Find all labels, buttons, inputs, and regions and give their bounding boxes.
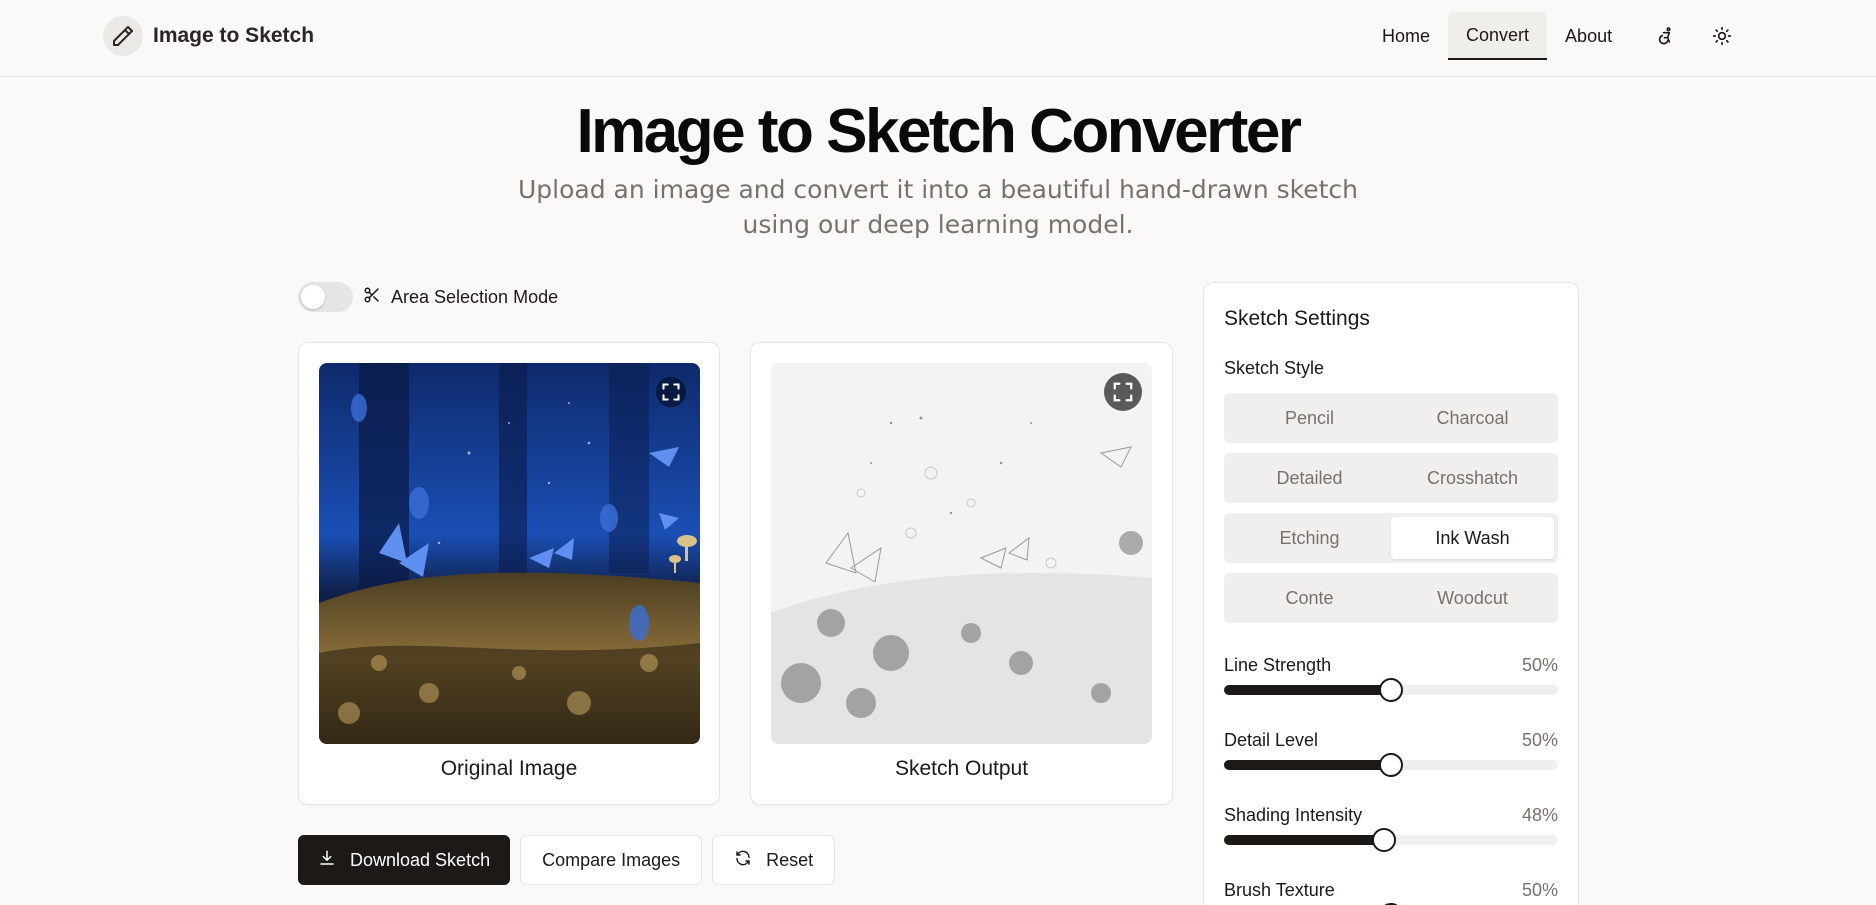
slider-track[interactable] [1224, 828, 1558, 852]
download-icon [318, 849, 336, 872]
area-selection-toggle[interactable] [298, 282, 353, 312]
slider-fill [1224, 760, 1391, 770]
download-sketch-button[interactable]: Download Sketch [298, 835, 511, 885]
slider-track[interactable] [1224, 753, 1558, 777]
style-option-conte[interactable]: Conte [1228, 577, 1391, 619]
style-row-3: Etching Ink Wash [1224, 513, 1558, 563]
expand-sketch-button[interactable] [1104, 373, 1142, 411]
nav-convert[interactable]: Convert [1448, 12, 1548, 60]
detail-level-slider: Detail Level 50% [1224, 730, 1558, 777]
shading-intensity-slider: Shading Intensity 48% [1224, 805, 1558, 852]
area-selection-label: Area Selection Mode [391, 286, 559, 307]
sketch-image [771, 363, 1152, 744]
slider-label: Detail Level [1224, 730, 1319, 750]
slider-fill [1224, 685, 1391, 695]
original-image [319, 363, 700, 744]
slider-fill [1224, 835, 1385, 845]
top-navbar: Image to Sketch Home Convert About [0, 0, 1876, 77]
slider-label: Line Strength [1224, 655, 1332, 675]
accessibility-icon[interactable] [1646, 12, 1686, 60]
slider-thumb[interactable] [1372, 828, 1397, 852]
line-strength-slider: Line Strength 50% [1224, 655, 1558, 702]
slider-thumb[interactable] [1379, 678, 1403, 702]
page-title: Image to Sketch Converter [576, 97, 1302, 166]
slider-value: 48% [1521, 805, 1558, 825]
compare-label: Compare Images [542, 849, 681, 870]
slider-label: Brush Texture [1224, 880, 1335, 900]
brand[interactable]: Image to Sketch [103, 16, 314, 56]
compare-images-button[interactable]: Compare Images [520, 835, 703, 885]
scissors-icon [363, 286, 381, 309]
sketch-output-caption: Sketch Output [894, 757, 1029, 780]
sketch-settings-panel: Sketch Settings Sketch Style Pencil Char… [1203, 282, 1579, 905]
style-row-1: Pencil Charcoal [1224, 393, 1558, 443]
slider-value: 50% [1521, 655, 1558, 675]
slider-track[interactable] [1224, 678, 1558, 702]
area-selection-row: Area Selection Mode [298, 282, 558, 312]
style-option-detailed[interactable]: Detailed [1228, 457, 1391, 499]
reset-label: Reset [766, 849, 814, 870]
slider-label: Shading Intensity [1224, 805, 1363, 825]
action-buttons: Download Sketch Compare Images Reset [298, 835, 836, 885]
style-row-4: Conte Woodcut [1224, 573, 1558, 623]
style-option-woodcut[interactable]: Woodcut [1391, 577, 1554, 619]
sun-icon[interactable] [1702, 12, 1742, 60]
sketch-style-label: Sketch Style [1224, 358, 1325, 378]
toggle-knob [301, 285, 325, 309]
style-option-etching[interactable]: Etching [1228, 517, 1391, 559]
nav-about[interactable]: About [1547, 12, 1630, 60]
original-image-card: Original Image [298, 342, 720, 805]
slider-value: 50% [1521, 730, 1558, 750]
style-option-ink-wash[interactable]: Ink Wash [1391, 517, 1554, 559]
settings-title: Sketch Settings [1224, 307, 1370, 330]
original-image-caption: Original Image [440, 757, 578, 780]
style-row-2: Detailed Crosshatch [1224, 453, 1558, 503]
slider-thumb[interactable] [1379, 753, 1403, 777]
page-subtitle: Upload an image and convert it into a be… [517, 175, 1359, 239]
slider-value: 50% [1521, 880, 1558, 900]
main-nav: Home Convert About [1364, 12, 1742, 60]
style-option-pencil[interactable]: Pencil [1228, 397, 1391, 439]
expand-original-button[interactable] [656, 377, 686, 407]
nav-home[interactable]: Home [1364, 12, 1448, 60]
style-option-charcoal[interactable]: Charcoal [1391, 397, 1554, 439]
style-option-crosshatch[interactable]: Crosshatch [1391, 457, 1554, 499]
refresh-icon [734, 849, 752, 872]
reset-button[interactable]: Reset [712, 835, 836, 885]
brand-title: Image to Sketch [153, 24, 315, 47]
pencil-icon [103, 16, 143, 56]
brush-texture-slider: Brush Texture 50% [1224, 880, 1558, 905]
download-label: Download Sketch [350, 849, 491, 870]
sketch-output-card: Sketch Output [750, 342, 1173, 805]
